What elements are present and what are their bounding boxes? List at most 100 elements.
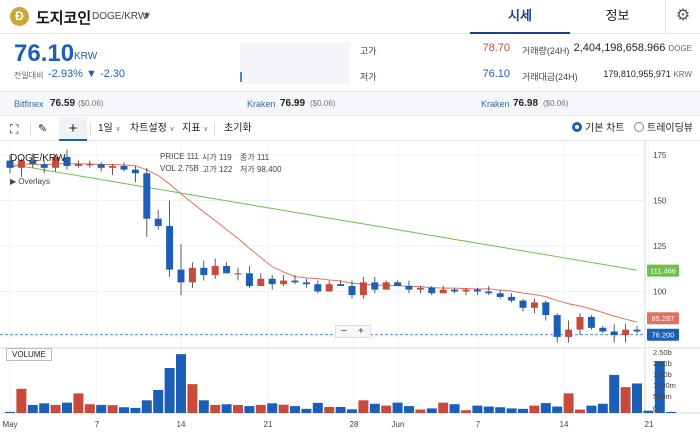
exchange-name[interactable]: Bitfinex — [14, 99, 44, 109]
dogecoin-logo-icon: Ð — [10, 7, 29, 26]
volume-bar — [198, 400, 209, 413]
volume-tick-label: 2.50b — [653, 348, 672, 357]
price-unit: KRW — [74, 51, 98, 62]
exchange-diff: ($0.06) — [310, 99, 336, 108]
indicators-label: 지표 — [182, 123, 201, 134]
legend-vol-label: VOL — [160, 164, 176, 173]
legend-price-value: 111 — [186, 152, 199, 161]
price-marker-label: 76.200 — [652, 331, 675, 340]
exchange-name[interactable]: Kraken — [481, 99, 510, 109]
volume-bar — [290, 406, 300, 413]
volume-bar — [404, 406, 414, 413]
fullscreen-icon[interactable]: ⛶ — [10, 117, 18, 141]
tradingview-label: 트레이딩뷰 — [647, 123, 693, 134]
low-label: 저가 — [360, 72, 377, 82]
candle-body — [519, 300, 527, 308]
chevron-down-icon: ∨ — [169, 126, 175, 133]
candle-body — [109, 166, 117, 168]
price-chart[interactable]: 17515012510075May7142128Jun714212.50b2.0… — [0, 141, 700, 434]
candle-body — [302, 282, 310, 285]
volume-bar — [107, 405, 118, 413]
volume-bar — [164, 368, 175, 413]
volume-value: 2,404,198,658.966 — [573, 42, 666, 54]
legend-vol-value: 2.75B — [177, 164, 199, 173]
candle-body — [622, 329, 630, 336]
legend-high-value: 122 — [218, 165, 233, 174]
chevron-down-icon: ∨ — [115, 126, 121, 133]
volume-bar — [540, 403, 551, 413]
reset-button[interactable]: 초기화 — [224, 117, 252, 141]
interval-select[interactable]: 1일 ∨ — [98, 117, 121, 141]
change-percent: -2.93% — [48, 68, 83, 80]
volume-tick-label: 2.00b — [653, 359, 672, 368]
top-header: Ð 도지코인 DOGE/KRW ▼ 시세 정보 ⚙ — [0, 0, 700, 34]
volume-bar — [369, 403, 380, 413]
candle-body — [394, 282, 402, 286]
candle-body — [120, 166, 128, 170]
overlays-toggle[interactable]: ▶ Overlays — [10, 177, 50, 186]
price-summary: 76.10 KRW 전일대비 -2.93% ▼ -2.30 고가 78.70 저… — [0, 34, 700, 92]
pencil-icon[interactable]: ✎ — [38, 117, 47, 141]
volume-bar — [233, 404, 243, 413]
radio-selected-icon — [572, 122, 582, 132]
volume-bar — [324, 407, 335, 413]
candle-body — [451, 289, 459, 292]
candle-body — [462, 289, 470, 292]
gear-icon[interactable]: ⚙ — [665, 0, 700, 34]
interval-label: 1일 — [98, 123, 113, 134]
exchange-name[interactable]: Kraken — [247, 99, 276, 109]
tab-info[interactable]: 정보 — [570, 0, 665, 34]
volume-bar — [312, 402, 323, 413]
volume-bar — [483, 406, 494, 413]
x-tick-label: 21 — [645, 420, 654, 429]
tradingview-radio[interactable]: 트레이딩뷰 — [634, 117, 693, 141]
volume-bar — [632, 383, 642, 413]
chart-canvas[interactable]: 17515012510075May7142128Jun714212.50b2.0… — [0, 141, 700, 434]
price-tick-label: 175 — [653, 151, 667, 160]
legend-open-label: 시가 — [202, 153, 217, 162]
x-tick-label: 28 — [350, 420, 359, 429]
basic-chart-label: 기본 차트 — [585, 123, 625, 134]
current-price: 76.10 — [14, 40, 75, 67]
volume-bar — [244, 406, 255, 413]
candle-body — [280, 280, 288, 285]
volume-bar — [358, 400, 369, 413]
candle-body — [188, 267, 196, 283]
x-tick-label: 14 — [560, 420, 569, 429]
candle-body — [508, 296, 516, 301]
exchange-diff: ($0.06) — [78, 99, 104, 108]
candle-body — [257, 278, 265, 286]
legend-low-value: 98.400 — [256, 165, 282, 174]
indicators-menu[interactable]: 지표 ∨ — [182, 117, 208, 141]
pair-dropdown-caret-icon[interactable]: ▼ — [142, 11, 152, 22]
volume-bar — [495, 407, 506, 413]
coin-name: 도지코인 — [36, 10, 92, 27]
candle-body — [245, 273, 253, 286]
volume-bar — [597, 403, 608, 413]
candle-body — [143, 173, 151, 219]
candle-body — [337, 284, 345, 286]
basic-chart-radio[interactable]: 기본 차트 — [572, 117, 625, 141]
price-sparkline — [240, 42, 350, 84]
zoom-out-button[interactable]: − — [341, 326, 347, 337]
candle-body — [348, 286, 356, 296]
price-tick-label: 125 — [653, 242, 667, 251]
candle-body — [166, 226, 174, 270]
price-marker-label: 85.287 — [652, 314, 675, 323]
legend-close-value: 111 — [256, 153, 270, 162]
x-tick-label: May — [2, 420, 17, 429]
zoom-in-button[interactable]: + — [358, 326, 364, 337]
tab-market[interactable]: 시세 — [470, 0, 570, 34]
volume-bar — [119, 407, 129, 413]
candle-body — [131, 169, 139, 174]
volume-bar — [5, 411, 15, 413]
toolbar-divider — [214, 122, 215, 136]
chart-settings-menu[interactable]: 차트설정 ∨ — [130, 117, 175, 141]
candle-body — [439, 289, 447, 294]
candle-body — [291, 280, 299, 283]
candle-body — [268, 278, 276, 285]
radio-unselected-icon — [634, 122, 644, 132]
exchange-diff: ($0.06) — [543, 99, 569, 108]
crosshair-icon[interactable]: + — [59, 117, 87, 141]
volume-bar — [221, 404, 232, 413]
